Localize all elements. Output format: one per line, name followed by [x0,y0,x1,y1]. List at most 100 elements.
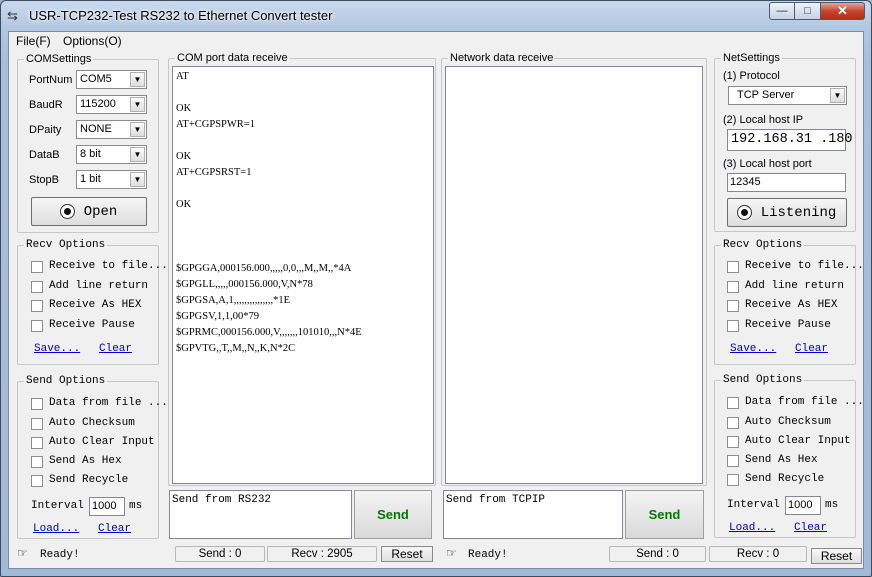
net-send-input[interactable]: Send from TCPIP [443,490,623,539]
net-send-button[interactable]: Send [625,490,704,539]
net-clear-send-link[interactable]: Clear [794,522,827,534]
com-status-ready: Ready! [40,549,80,561]
net-send-as-hex-label: Send As Hex [745,454,818,466]
parity-value: NONE [80,123,112,135]
com-receive-line [176,245,430,261]
net-receive-as-hex-checkbox[interactable] [727,300,739,312]
open-button[interactable]: Open [31,197,147,226]
com-receive-textarea[interactable]: AT OK AT+CGPSPWR=1 OK AT+CGPSRST=1 OK $GPGGA,0… [172,66,434,484]
interval-unit: ms [129,500,143,512]
net-send-recycle-label: Send Recycle [745,473,825,485]
pointing-hand-icon: ☞ [17,546,28,560]
port-num-select[interactable]: COM5 ▼ [76,70,147,89]
parity-select[interactable]: NONE ▼ [76,120,147,139]
baud-rate-select[interactable]: 115200 ▼ [76,95,147,114]
port-num-label: PortNum [29,74,73,86]
com-reset-button[interactable]: Reset [381,546,433,562]
com-receive-line [176,229,430,245]
net-reset-button[interactable]: Reset [811,548,862,564]
net-save-link[interactable]: Save... [730,343,776,355]
net-receive-to-file-checkbox[interactable] [727,261,739,273]
maximize-button[interactable]: □ [795,2,821,20]
send-as-hex-checkbox[interactable] [31,456,43,468]
com-receive-line: OK [176,151,192,162]
protocol-label: (1) Protocol [723,70,780,82]
data-from-file-checkbox[interactable] [31,398,43,410]
net-receive-pause-label: Receive Pause [745,319,831,331]
net-add-line-return-checkbox[interactable] [727,281,739,293]
net-status-ready: Ready! [468,549,508,561]
caption-buttons: — □ ✕ [769,2,865,22]
load-link[interactable]: Load... [33,523,79,535]
port-num-value: COM5 [80,73,112,85]
net-receive-pause-checkbox[interactable] [727,320,739,332]
auto-checksum-label: Auto Checksum [49,417,135,429]
auto-clear-input-checkbox[interactable] [31,437,43,449]
stop-bits-select[interactable]: 1 bit ▼ [76,170,147,189]
net-send-recycle-checkbox[interactable] [727,474,739,486]
chevron-down-icon: ▼ [130,97,145,112]
baud-rate-label: BaudR [29,99,63,111]
menu-bar: File(F) Options(O) [9,32,863,50]
window-title: USR-TCP232-Test RS232 to Ethernet Conver… [29,8,333,23]
menu-file[interactable]: File(F) [16,34,51,48]
receive-to-file-checkbox[interactable] [31,261,43,273]
local-ip-input[interactable]: 192.168.31 .180 [727,129,853,151]
interval-input[interactable]: 1000 [89,497,125,516]
com-receive-line: $GPGLL,,,,,000156.000,V,N*78 [176,279,313,290]
stop-bits-label: StopB [29,174,59,186]
net-settings-title: NetSettings [721,51,782,65]
auto-checksum-checkbox[interactable] [31,418,43,430]
net-interval-unit: ms [825,499,839,511]
net-clear-recv-link[interactable]: Clear [795,343,828,355]
net-receive-to-file-label: Receive to file... [745,260,864,272]
com-receive-line [176,181,430,197]
net-auto-checksum-checkbox[interactable] [727,417,739,429]
clear-send-link[interactable]: Clear [98,523,131,535]
protocol-select[interactable]: TCP Server ▼ [728,86,847,105]
client-area: File(F) Options(O) COMSettings PortNum C… [8,31,864,569]
net-send-as-hex-checkbox[interactable] [727,455,739,467]
data-from-file-label: Data from file ... [49,397,168,409]
com-receive-line [176,133,430,149]
pointing-hand-icon: ☞ [446,546,457,560]
net-receive-as-hex-label: Receive As HEX [745,299,838,311]
network-receive-title: Network data receive [448,51,556,65]
net-interval-input[interactable]: 1000 [785,496,821,515]
send-recycle-checkbox[interactable] [31,475,43,487]
chevron-down-icon: ▼ [130,72,145,87]
net-auto-clear-input-checkbox[interactable] [727,436,739,448]
net-data-from-file-checkbox[interactable] [727,397,739,409]
com-receive-line [176,85,430,101]
com-send-input[interactable]: Send from RS232 [169,490,352,539]
com-receive-line: AT+CGPSPWR=1 [176,119,255,130]
right-recv-options-group: Recv Options Receive to file... Add line… [714,238,864,365]
chevron-down-icon: ▼ [130,147,145,162]
listening-button-label: Listening [760,204,837,221]
clear-recv-link[interactable]: Clear [99,343,132,355]
com-send-button[interactable]: Send [354,490,432,539]
receive-as-hex-label: Receive As HEX [49,299,142,311]
network-receive-textarea[interactable] [445,66,703,484]
minimize-button[interactable]: — [769,2,795,20]
stop-bits-value: 1 bit [80,173,101,185]
listening-button[interactable]: Listening [727,198,847,227]
com-receive-line: AT+CGPSRST=1 [176,167,252,178]
data-bits-label: DataB [29,149,60,161]
data-bits-select[interactable]: 8 bit ▼ [76,145,147,164]
close-button[interactable]: ✕ [821,2,865,20]
chevron-down-icon: ▼ [830,88,845,103]
title-bar[interactable]: ⇆ USR-TCP232-Test RS232 to Ethernet Conv… [1,1,871,31]
local-port-label: (3) Local host port [723,158,812,170]
menu-options[interactable]: Options(O) [63,34,122,48]
add-line-return-checkbox[interactable] [31,281,43,293]
local-port-input[interactable]: 12345 [727,173,846,192]
save-link[interactable]: Save... [34,343,80,355]
protocol-value: TCP Server [737,89,795,101]
right-send-options-title: Send Options [721,373,805,387]
com-receive-line: $GPGGA,000156.000,,,,,0,0,,,M,,M,,*4A [176,263,352,274]
receive-as-hex-checkbox[interactable] [31,300,43,312]
receive-pause-checkbox[interactable] [31,320,43,332]
net-load-link[interactable]: Load... [729,522,775,534]
local-ip-label: (2) Local host IP [723,114,804,126]
